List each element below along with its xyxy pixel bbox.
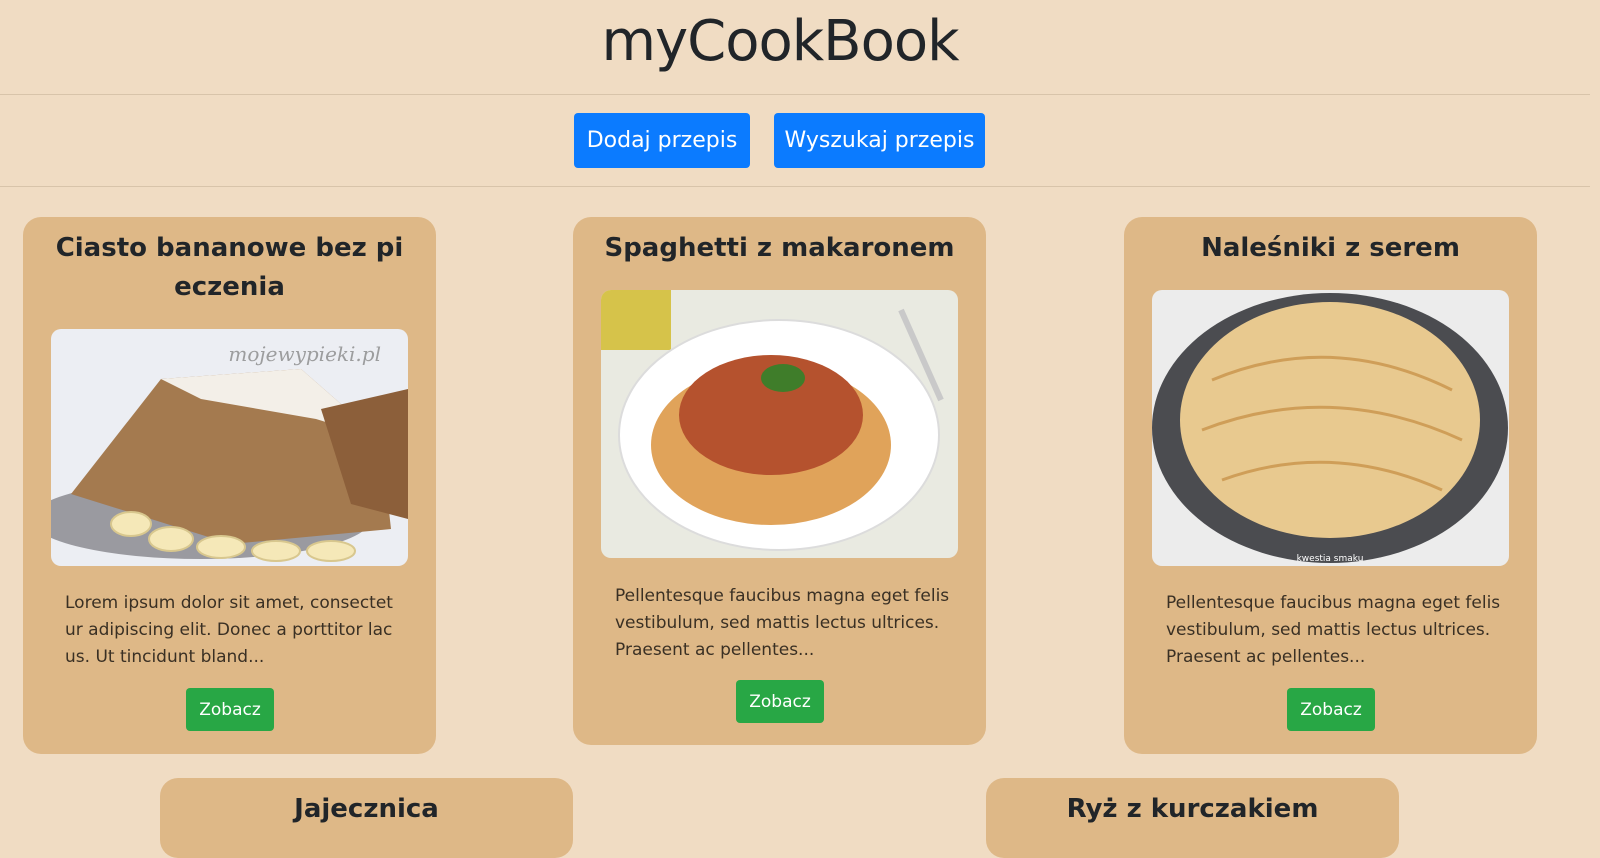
view-recipe-button[interactable]: Zobacz [1287, 688, 1375, 731]
recipe-card: Jajecznica [160, 778, 573, 858]
recipe-description: Lorem ipsum dolor sit amet, consectetur … [65, 593, 393, 667]
recipe-title: Ciasto bananowe bez pieczenia [55, 233, 404, 302]
recipe-card: Ciasto bananowe bez pieczenia mojewypiek… [23, 217, 436, 754]
add-recipe-button[interactable]: Dodaj przepis [574, 113, 750, 168]
recipe-title: Spaghetti z makaronem [604, 233, 955, 263]
recipe-image-banana-cake: mojewypieki.pl [51, 329, 408, 566]
recipe-card: Spaghetti z makaronem Pellentesque fauci… [573, 217, 986, 745]
image-watermark: mojewypieki.pl [228, 342, 381, 366]
recipe-card: Ryż z kurczakiem [986, 778, 1399, 858]
recipe-description: Pellentesque faucibus magna eget felis v… [1166, 593, 1501, 667]
recipe-image-pancakes: kwestia smaku [1152, 290, 1509, 566]
header-divider [0, 94, 1590, 95]
recipe-description: Pellentesque faucibus magna eget felis v… [615, 586, 950, 660]
recipe-title: Jajecznica [294, 794, 439, 824]
nav-divider [0, 186, 1590, 187]
recipe-card: Naleśniki z serem kwestia smaku Pellente… [1124, 217, 1537, 754]
app-title: myCookBook [601, 9, 959, 74]
view-recipe-button[interactable]: Zobacz [736, 680, 824, 723]
view-recipe-button[interactable]: Zobacz [186, 688, 274, 731]
recipe-title: Ryż z kurczakiem [1066, 794, 1319, 824]
image-watermark: kwestia smaku [1297, 554, 1364, 564]
recipe-title: Naleśniki z serem [1201, 233, 1460, 263]
search-recipe-button[interactable]: Wyszukaj przepis [774, 113, 985, 168]
recipe-image-spaghetti [601, 290, 958, 558]
